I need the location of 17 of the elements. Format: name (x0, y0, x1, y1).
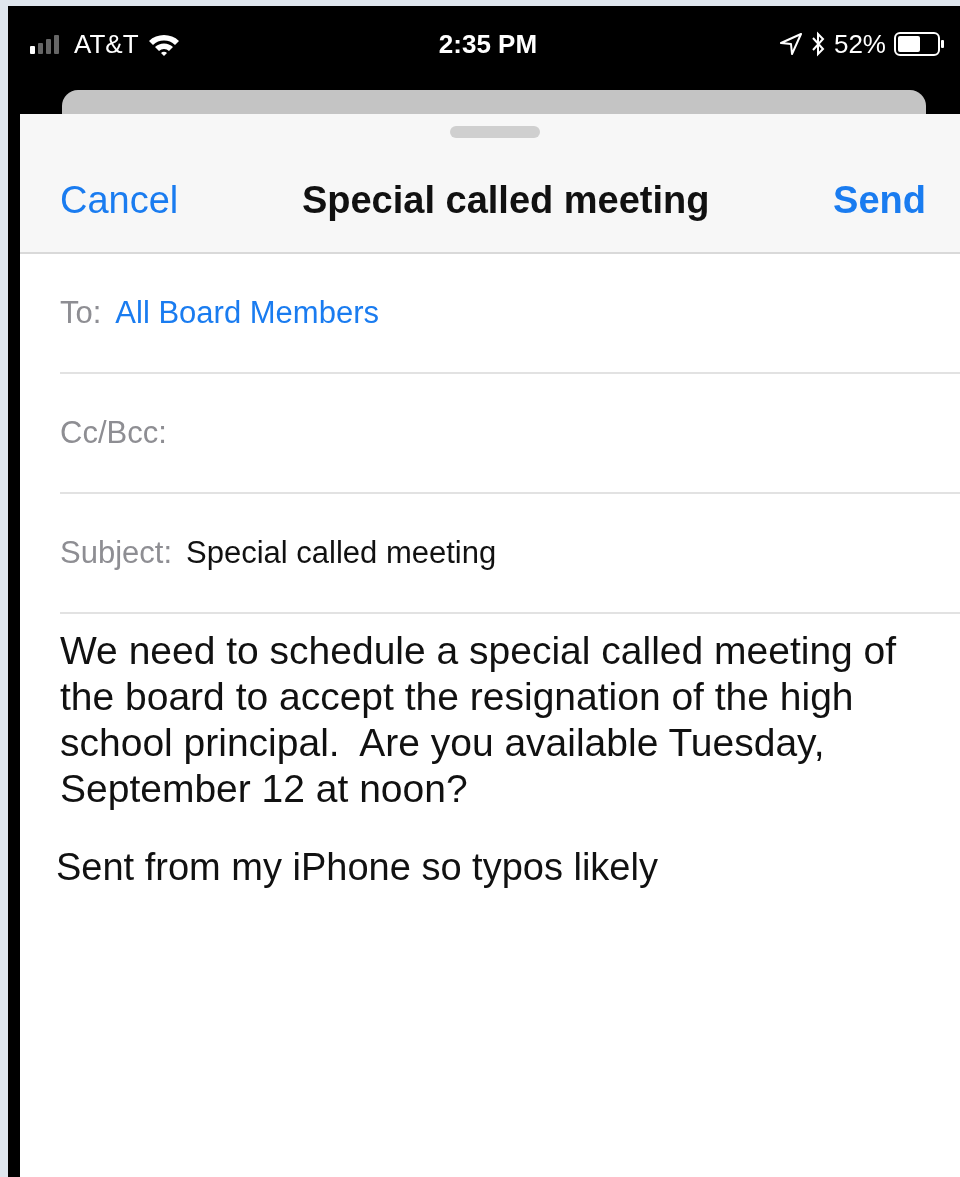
bluetooth-icon (809, 31, 826, 57)
field-label: Subject: (60, 535, 172, 571)
send-button[interactable]: Send (833, 178, 926, 222)
message-body: We need to schedule a special called meeting of the board to accept the resignation of the high school principal. Are you available Tuesday, September 12 at noon? (60, 628, 898, 812)
compose-title: Special called meeting (301, 178, 710, 222)
battery-icon (894, 31, 946, 57)
sheet-grabber[interactable] (450, 126, 540, 138)
field-label: Cc/Bcc: (60, 415, 167, 451)
carrier-name: AT&T (74, 28, 139, 60)
field-label: To: (60, 295, 102, 331)
subject-field[interactable]: Special called meeting (186, 535, 497, 571)
status-time: 2:35 PM (438, 28, 538, 60)
location-arrow-icon (779, 33, 802, 55)
email-signature: Sent from my iPhone so typos likely (56, 846, 659, 889)
battery-percent: 52% (833, 28, 886, 60)
recipient-token[interactable]: All Board Members (115, 295, 379, 331)
cancel-button[interactable]: Cancel (60, 178, 179, 222)
